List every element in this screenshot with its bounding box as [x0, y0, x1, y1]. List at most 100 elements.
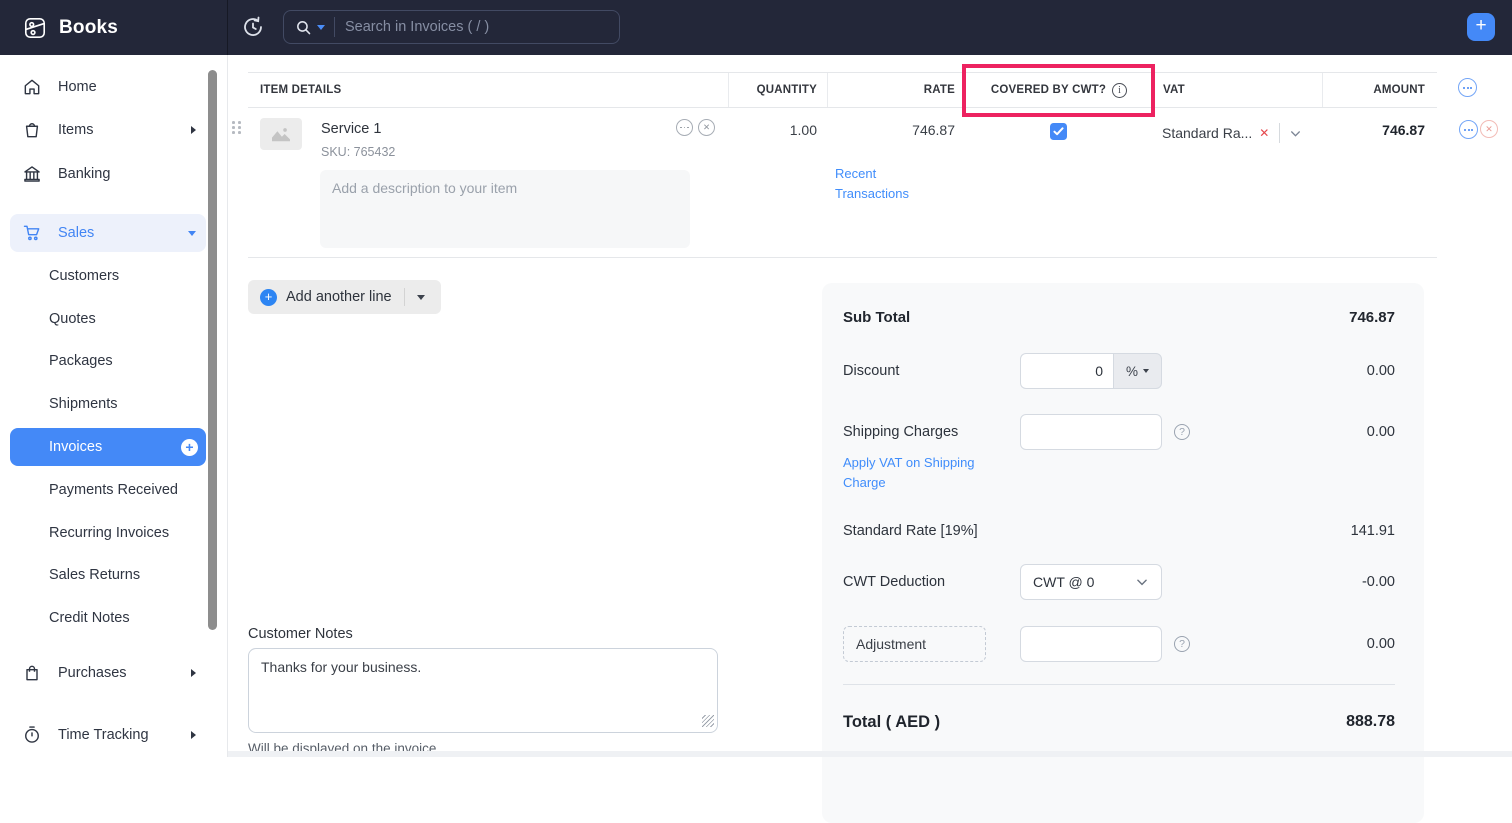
- help-icon[interactable]: ?: [1174, 636, 1190, 652]
- app-logo[interactable]: Books: [0, 0, 228, 55]
- bank-icon: [22, 164, 42, 184]
- recent-transactions-link[interactable]: Recent Transactions: [835, 164, 919, 204]
- chevron-down-icon: [1135, 575, 1149, 589]
- app-name: Books: [59, 17, 118, 39]
- sidebar-item-invoices[interactable]: Invoices +: [10, 428, 206, 466]
- sidebar-item-sales-returns[interactable]: Sales Returns: [10, 556, 206, 594]
- shopping-bag-icon: [22, 663, 42, 683]
- sidebar-item-packages[interactable]: Packages: [10, 342, 206, 380]
- discount-amount: 0.00: [1367, 363, 1395, 379]
- table-header-row: ITEM DETAILS QUANTITY RATE COVERED BY CW…: [248, 72, 1437, 108]
- item-description-input[interactable]: [320, 170, 690, 248]
- cwt-deduction-label: CWT Deduction: [843, 574, 945, 590]
- sidebar-item-recurring-invoices[interactable]: Recurring Invoices: [10, 514, 206, 552]
- zoho-books-logo-icon: [22, 15, 48, 41]
- cwt-deduction-amount: -0.00: [1362, 574, 1395, 590]
- col-header-covered-by-cwt: COVERED BY CWT? i: [965, 73, 1152, 107]
- search-scope-caret-icon[interactable]: [317, 25, 325, 30]
- item-image-placeholder-icon[interactable]: [260, 118, 302, 150]
- sidebar-item-credit-notes[interactable]: Credit Notes: [10, 599, 206, 637]
- sub-total-label: Sub Total: [843, 309, 910, 326]
- sidebar-item-shipments[interactable]: Shipments: [10, 385, 206, 423]
- collapse-caret-icon: [188, 231, 196, 236]
- plus-circle-icon: +: [260, 289, 277, 306]
- cart-icon: [22, 223, 42, 243]
- row-drag-handle-icon[interactable]: [232, 121, 242, 138]
- search-input[interactable]: [335, 19, 619, 35]
- col-header-amount: AMOUNT: [1322, 73, 1437, 107]
- global-search: [283, 10, 620, 44]
- vat-value[interactable]: Standard Ra...: [1162, 125, 1252, 141]
- item-more-options-icon[interactable]: [676, 119, 693, 136]
- expand-arrow-icon: [191, 126, 196, 134]
- row-options-icon[interactable]: [1459, 120, 1478, 139]
- shipping-amount: 0.00: [1367, 424, 1395, 440]
- shipping-charges-input[interactable]: [1020, 414, 1162, 450]
- sidebar-scrollbar[interactable]: [208, 70, 217, 630]
- adjustment-input[interactable]: [1020, 626, 1162, 662]
- item-bag-icon: [22, 120, 42, 140]
- line-items-table: ITEM DETAILS QUANTITY RATE COVERED BY CW…: [248, 72, 1437, 258]
- horizontal-scrollbar-track[interactable]: [228, 751, 1512, 757]
- covered-by-cwt-checkbox[interactable]: [1050, 123, 1067, 140]
- discount-unit-dropdown[interactable]: %: [1113, 353, 1162, 389]
- topbar: Books +: [0, 0, 1512, 55]
- info-icon[interactable]: i: [1112, 83, 1127, 98]
- total-amount: 888.78: [1346, 713, 1395, 731]
- search-icon[interactable]: [295, 19, 312, 36]
- sidebar-item-sales[interactable]: Sales: [10, 214, 206, 252]
- sidebar-item-home[interactable]: Home: [10, 68, 206, 106]
- discount-input[interactable]: [1020, 353, 1113, 389]
- item-name[interactable]: Service 1: [321, 121, 381, 137]
- customer-notes-input[interactable]: Thanks for your business.: [248, 648, 718, 733]
- sidebar-item-customers[interactable]: Customers: [10, 257, 206, 295]
- col-header-quantity: QUANTITY: [728, 73, 827, 107]
- vat-divider: [1279, 123, 1280, 143]
- sidebar-item-time-tracking[interactable]: Time Tracking: [10, 716, 206, 754]
- rate-value[interactable]: 746.87: [827, 122, 955, 138]
- quantity-value[interactable]: 1.00: [728, 122, 817, 138]
- vat-clear-icon[interactable]: ✕: [1259, 126, 1269, 140]
- add-another-line-button[interactable]: + Add another line: [248, 280, 441, 314]
- quick-create-button[interactable]: +: [1467, 13, 1495, 41]
- sidebar: Home Items Banking Sales Customers Quote…: [0, 55, 228, 757]
- recent-history-icon[interactable]: [241, 15, 265, 39]
- shipping-charges-label: Shipping Charges: [843, 424, 958, 440]
- home-icon: [22, 77, 42, 97]
- col-header-rate: RATE: [827, 73, 965, 107]
- caret-down-icon: [1143, 369, 1149, 373]
- standard-rate-label: Standard Rate [19%]: [843, 523, 978, 539]
- total-label: Total ( AED ): [843, 713, 940, 732]
- add-line-dropdown-caret-icon[interactable]: [417, 295, 425, 300]
- sidebar-item-banking[interactable]: Banking: [10, 155, 206, 193]
- customer-notes-label: Customer Notes: [248, 626, 353, 642]
- discount-label: Discount: [843, 363, 899, 379]
- sidebar-item-purchases[interactable]: Purchases: [10, 654, 206, 692]
- invoice-summary-panel: Sub Total 746.87 Discount % 0.00 Shippin…: [822, 283, 1424, 823]
- item-remove-icon[interactable]: ✕: [698, 119, 715, 136]
- adjustment-amount: 0.00: [1367, 636, 1395, 652]
- apply-vat-on-shipping-link[interactable]: Apply VAT on Shipping Charge: [843, 453, 993, 493]
- table-options-icon[interactable]: [1458, 78, 1477, 97]
- sidebar-item-payments-received[interactable]: Payments Received: [10, 471, 206, 509]
- row-delete-icon[interactable]: ✕: [1480, 120, 1498, 138]
- sidebar-item-items[interactable]: Items: [10, 111, 206, 149]
- textarea-resize-handle-icon[interactable]: [702, 715, 714, 727]
- invoice-editor-main: ITEM DETAILS QUANTITY RATE COVERED BY CW…: [228, 55, 1512, 757]
- table-row: Service 1 SKU: 765432 ✕ 1.00 746.87 Rece…: [248, 108, 1437, 258]
- expand-arrow-icon: [191, 731, 196, 739]
- new-invoice-plus-icon[interactable]: +: [181, 439, 198, 456]
- col-header-item-details: ITEM DETAILS: [248, 73, 728, 107]
- sub-total-value: 746.87: [1349, 309, 1395, 326]
- summary-divider: [843, 684, 1395, 685]
- vat-selection: Standard Ra... ✕: [1162, 123, 1302, 143]
- col-header-vat: VAT: [1152, 73, 1322, 107]
- stopwatch-icon: [22, 725, 42, 745]
- cwt-deduction-select[interactable]: CWT @ 0: [1020, 564, 1162, 600]
- help-icon[interactable]: ?: [1174, 424, 1190, 440]
- amount-value: 746.87: [1322, 122, 1425, 138]
- adjustment-field-button[interactable]: Adjustment: [843, 626, 986, 662]
- vat-chevron-down-icon[interactable]: [1289, 127, 1302, 140]
- sidebar-item-quotes[interactable]: Quotes: [10, 300, 206, 338]
- item-sku: SKU: 765432: [321, 145, 395, 159]
